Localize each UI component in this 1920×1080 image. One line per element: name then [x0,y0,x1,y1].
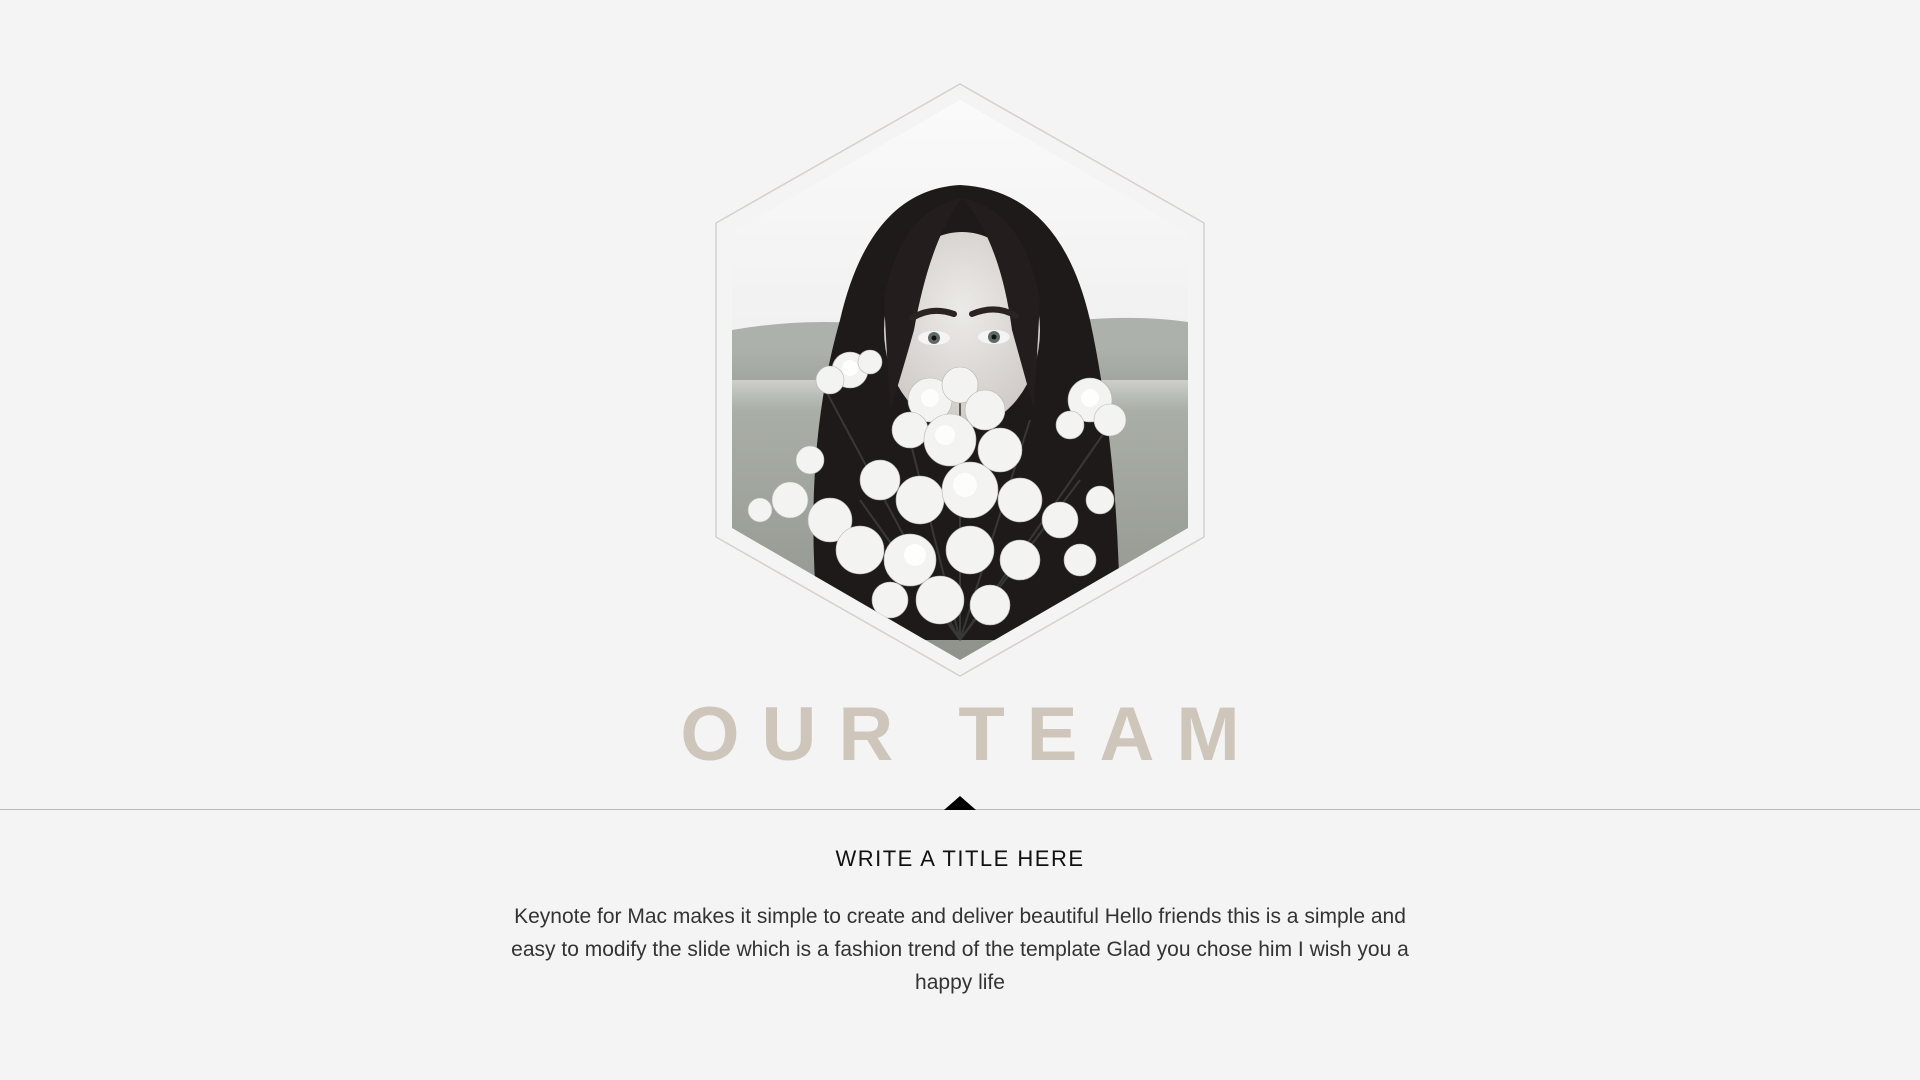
page-title: OUR TEAM [680,692,1262,777]
slide: OUR TEAM WRITE A TITLE HERE Keynote for … [0,0,1920,1080]
portrait-photo [732,100,1188,660]
portrait-hexagon [715,83,1205,677]
body-paragraph: Keynote for Mac makes it simple to creat… [511,905,1409,994]
triangle-pointer-icon [944,796,976,810]
portrait-frame [700,80,1220,680]
section-subtitle: WRITE A TITLE HERE [835,846,1085,871]
